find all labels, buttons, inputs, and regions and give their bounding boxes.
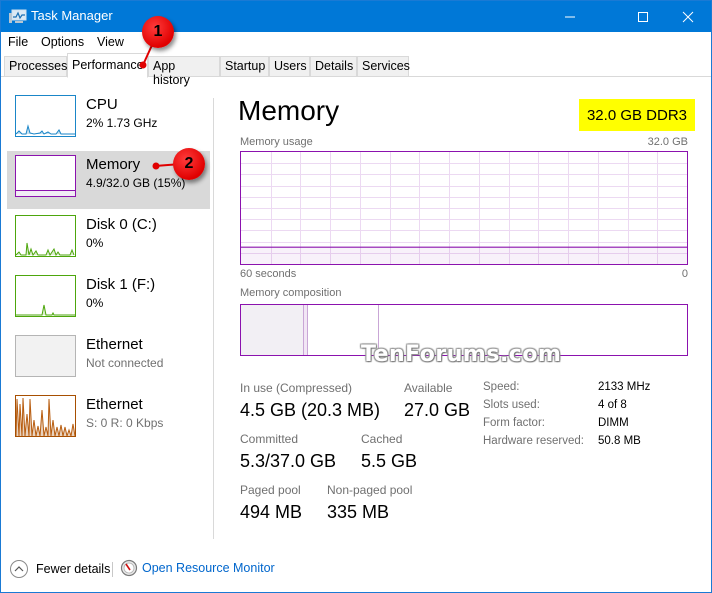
disk1-sparkline	[16, 304, 75, 316]
stat-in-use-value: 4.5 GB (20.3 MB)	[240, 400, 381, 420]
task-manager-app-icon	[9, 9, 27, 23]
page-title: Memory	[238, 95, 340, 126]
ethernet1-thumbnail-graph	[15, 335, 76, 377]
sidebar-item-ethernet-disconnected[interactable]: Ethernet Not connected	[7, 331, 210, 389]
sidebar-item-disk-0[interactable]: Disk 0 (C:) 0%	[7, 211, 210, 269]
memory-composition-label: Memory composition	[240, 287, 342, 299]
ethernet2-sparkline	[15, 397, 76, 438]
sidebar-memory-title: Memory	[86, 156, 141, 173]
sidebar-item-disk-1[interactable]: Disk 1 (F:) 0%	[7, 271, 210, 329]
minimize-button[interactable]	[547, 1, 593, 32]
graph-time-right: 0	[681, 268, 688, 280]
maximize-button[interactable]	[620, 1, 666, 32]
stat-non-paged-pool-label: Non-paged pool	[327, 483, 413, 497]
footer-divider	[112, 562, 113, 577]
sidebar-ethernet2-title: Ethernet	[86, 396, 143, 413]
watermark: TenForums.com	[361, 342, 562, 367]
sidebar-disk0-subtitle: 0%	[86, 236, 104, 250]
footer: Fewer details Open Resource Monitor	[1, 556, 711, 582]
tab-services[interactable]: Services	[357, 56, 410, 77]
window-title: Task Manager	[31, 8, 113, 23]
memory-usage-graph	[240, 151, 688, 265]
stat-committed-value: 5.3/37.0 GB	[240, 451, 337, 471]
task-manager-window: Task Manager File Options View Processes…	[0, 0, 712, 593]
sidebar-disk1-title: Disk 1 (F:)	[86, 276, 156, 293]
stat-cached-label: Cached	[361, 432, 403, 446]
stat-paged-pool-label: Paged pool	[240, 483, 301, 497]
minimize-icon	[565, 16, 575, 17]
memory-usage-label: Memory usage	[240, 136, 313, 148]
menu-view[interactable]: View	[97, 35, 124, 49]
tab-strip: Processes Performance App history Startu…	[1, 53, 711, 87]
tab-startup[interactable]: Startup	[220, 56, 269, 77]
open-resource-monitor-link[interactable]: Open Resource Monitor	[120, 559, 275, 577]
tab-users[interactable]: Users	[269, 56, 310, 77]
sidebar-divider	[213, 98, 214, 539]
stat-available-value: 27.0 GB	[404, 400, 471, 420]
open-resource-monitor-label: Open Resource Monitor	[142, 561, 275, 575]
detail-form-factor-label: Form factor:	[483, 417, 545, 429]
detail-hw-reserved-value: 50.8 MB	[598, 435, 641, 447]
callout-2: 2	[173, 148, 205, 180]
stat-available-label: Available	[404, 381, 453, 395]
disk0-sparkline	[15, 242, 75, 257]
sidebar-cpu-subtitle: 2% 1.73 GHz	[86, 116, 158, 130]
chevron-up-circle-icon	[10, 560, 28, 578]
stat-non-paged-pool-value: 335 MB	[327, 502, 390, 522]
detail-speed-label: Speed:	[483, 381, 520, 393]
sidebar-ethernet1-title: Ethernet	[86, 336, 143, 353]
detail-hw-reserved-label: Hardware reserved:	[483, 435, 584, 447]
memory-usage-grid	[241, 152, 687, 264]
menu-bar: File Options View	[1, 32, 711, 52]
disk0-thumbnail-graph	[15, 215, 76, 257]
sidebar-disk1-subtitle: 0%	[86, 296, 104, 310]
stat-committed-label: Committed	[240, 432, 299, 446]
sidebar-item-cpu[interactable]: CPU 2% 1.73 GHz	[7, 91, 210, 149]
tab-performance[interactable]: Performance	[67, 53, 148, 78]
cpu-sparkline	[15, 124, 75, 135]
detail-form-factor-value: DIMM	[598, 417, 629, 429]
sidebar-item-ethernet[interactable]: Ethernet S: 0 R: 0 Kbps	[7, 391, 210, 449]
stat-paged-pool-value: 494 MB	[240, 502, 303, 522]
detail-slots-value: 4 of 8	[598, 399, 627, 411]
memory-thumbnail-graph	[15, 155, 76, 197]
stat-cached-value: 5.5 GB	[361, 451, 418, 471]
ethernet2-thumbnail-graph	[15, 395, 76, 438]
graph-time-left: 60 seconds	[240, 268, 297, 280]
sidebar-ethernet1-subtitle: Not connected	[86, 356, 164, 370]
composition-in-use-segment[interactable]	[241, 305, 304, 355]
fewer-details-label: Fewer details	[36, 562, 111, 576]
sidebar-disk0-title: Disk 0 (C:)	[86, 216, 157, 233]
menu-file[interactable]: File	[8, 35, 28, 49]
tab-processes[interactable]: Processes	[4, 56, 67, 77]
title-bar[interactable]: Task Manager	[1, 1, 711, 32]
menu-options[interactable]: Options	[41, 35, 84, 49]
sidebar-cpu-title: CPU	[86, 96, 118, 113]
stat-in-use-label: In use (Compressed)	[240, 381, 353, 395]
disk1-thumbnail-graph	[15, 275, 76, 317]
tab-details[interactable]: Details	[310, 56, 357, 77]
usage-area	[241, 247, 687, 264]
maximize-icon	[638, 11, 648, 22]
resource-monitor-icon	[120, 559, 138, 577]
memory-usage-max: 32.0 GB	[647, 136, 688, 148]
sidebar-ethernet2-subtitle: S: 0 R: 0 Kbps	[86, 416, 164, 430]
callout-1: 1	[142, 16, 174, 48]
memory-type-badge: 32.0 GB DDR3	[579, 99, 695, 131]
cpu-thumbnail-graph	[15, 95, 76, 137]
detail-speed-value: 2133 MHz	[598, 381, 651, 393]
close-button[interactable]	[665, 1, 711, 32]
close-icon	[682, 11, 694, 22]
memory-sparkline-fill	[16, 190, 75, 196]
fewer-details-button[interactable]: Fewer details	[9, 559, 110, 579]
detail-slots-label: Slots used:	[483, 399, 540, 411]
